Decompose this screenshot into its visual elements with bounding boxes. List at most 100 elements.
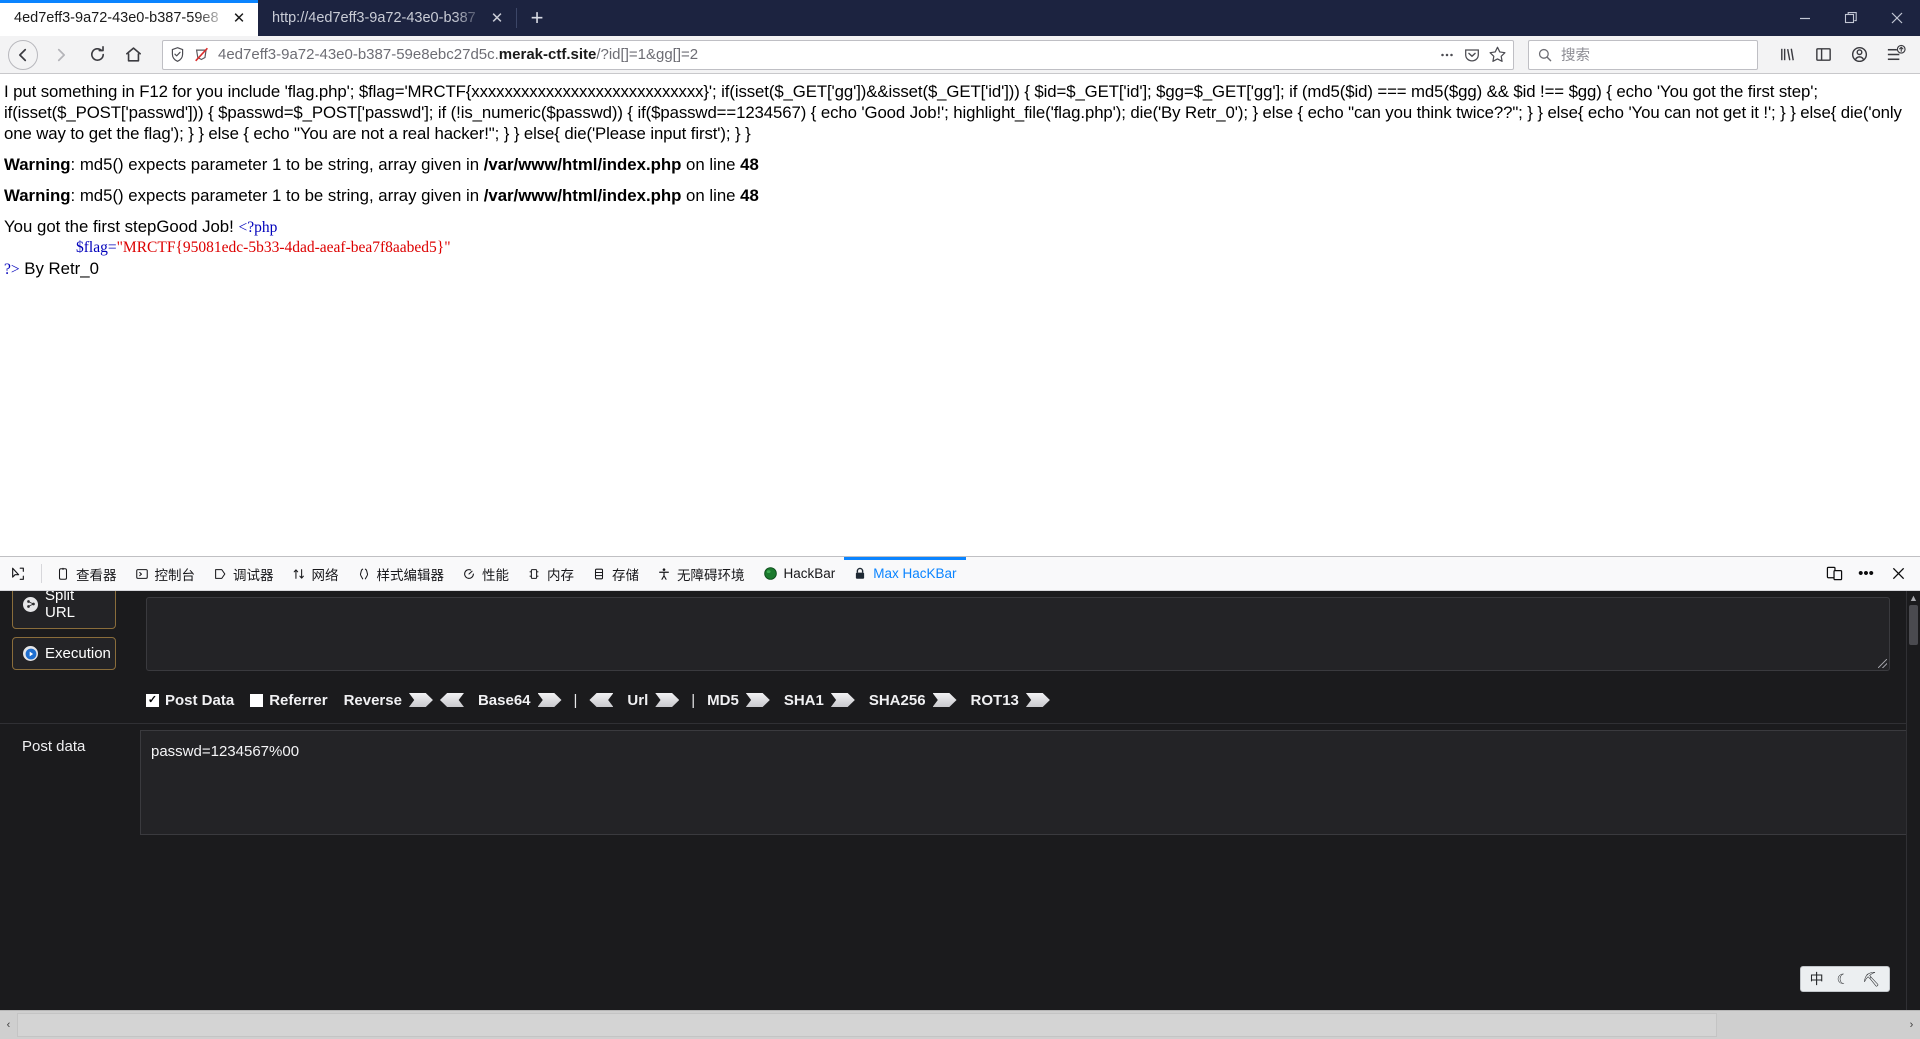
responsive-design-mode-icon[interactable] [1820,561,1848,587]
split-url-button[interactable]: Split URL [12,591,116,629]
ime-punctuation-button[interactable]: ☾ [1832,971,1855,988]
tracking-protection-off-icon[interactable] [193,46,211,64]
post-data-field-label: Post data [22,738,86,755]
tab-memory[interactable]: 内存 [518,557,583,590]
php-source-dump: I put something in F12 for you include '… [4,82,1902,143]
scroll-thumb[interactable] [1909,605,1918,645]
pocket-icon[interactable] [1463,46,1481,64]
post-data-checkbox-label[interactable]: ✓ Post Data [146,692,234,709]
page-actions-icon[interactable] [1438,46,1456,64]
warning-label: Warning [4,186,71,205]
close-button[interactable] [1874,0,1920,36]
warning-file: /var/www/html/index.php [483,186,682,205]
tab-title: 4ed7eff3-9a72-43e0-b387-59e8 [14,10,219,26]
php-flag-variable: $flag= [76,239,117,256]
hackbar-icon [763,566,778,581]
encoder-label: ROT13 [970,691,1019,709]
star-icon[interactable] [1488,45,1507,64]
home-button[interactable] [116,39,150,71]
scrollbar-thumb[interactable] [17,1013,1717,1037]
tab-accessibility[interactable]: 无障碍环境 [648,557,754,590]
tab-performance[interactable]: 性能 [453,557,518,590]
php-close-tag: ?> [4,261,20,278]
php-quote-close: " [444,239,451,256]
tab-console[interactable]: 控制台 [126,557,205,590]
tab-style-editor[interactable]: 样式编辑器 [348,557,454,590]
tab-label: 样式编辑器 [376,567,445,583]
devtools-meatball-menu[interactable]: ••• [1852,561,1880,587]
devtools-close-icon[interactable] [1884,561,1912,587]
tab-label: 调试器 [233,567,274,583]
encode-arrow-right[interactable] [932,693,957,707]
shield-icon[interactable] [169,46,186,63]
ime-toolbox-button[interactable]: ⛏ [1857,971,1885,988]
page-content: I put something in F12 for you include '… [0,75,1920,556]
new-tab-button[interactable]: + [517,0,557,36]
encoder-sha256: SHA256 [869,692,957,709]
encoder-label: Reverse [343,691,402,709]
browser-tab-2[interactable]: http://4ed7eff3-9a72-43e0-b387 ✕ [258,0,516,36]
encode-arrow-right[interactable] [408,693,433,707]
byline-text: By Retr_0 [19,259,99,278]
maximize-restore-button[interactable] [1828,0,1874,36]
element-picker-icon[interactable] [4,557,36,590]
tab-debugger[interactable]: 调试器 [204,557,283,590]
tab-label: 查看器 [76,567,117,583]
referrer-checkbox[interactable] [250,693,264,707]
devtools-right-controls: ••• [1820,557,1920,590]
execution-button[interactable]: Execution [12,637,116,670]
hackbar-encoding-row: ✓ Post Data Referrer Reverse Base64 | Ur… [0,677,1920,723]
close-icon[interactable]: ✕ [228,7,250,29]
referrer-label: Referrer [269,691,328,709]
scroll-up-arrow[interactable]: ▲ [1907,591,1920,605]
browser-tab-1[interactable]: 4ed7eff3-9a72-43e0-b387-59e8 ✕ [0,0,258,36]
encoder-label: Url [627,691,649,709]
search-bar[interactable]: 搜索 [1528,39,1758,70]
tab-hackbar[interactable]: HackBar [754,557,845,590]
warning-text: : md5() expects parameter 1 to be string… [70,155,484,174]
reload-button[interactable] [80,39,114,71]
max-hackbar-lock-icon [853,566,867,581]
decode-arrow-left[interactable] [589,693,614,707]
ime-mode-button[interactable]: 中 [1805,969,1829,989]
toolbar-separator [41,564,42,583]
forward-button[interactable] [44,39,78,71]
tab-network[interactable]: 网络 [283,557,348,590]
encode-arrow-right[interactable] [1025,693,1050,707]
referrer-checkbox-label[interactable]: Referrer [250,691,328,709]
horizontal-scrollbar[interactable]: ‹ › [0,1010,1920,1039]
sidebar-icon[interactable] [1806,39,1840,71]
tab-label: 网络 [311,567,339,583]
scroll-right-arrow[interactable]: › [1903,1011,1920,1039]
search-input-placeholder[interactable]: 搜索 [1561,44,1590,65]
encoder-base64: Base64 [478,692,562,709]
inspector-icon [56,567,70,581]
back-button[interactable] [8,39,38,70]
tab-inspector[interactable]: 查看器 [47,557,126,590]
account-icon[interactable] [1842,39,1876,71]
library-icon[interactable] [1770,39,1804,71]
encoder-label: SHA256 [868,691,926,709]
flag-line: $flag= "MRCTF{95081edc-5b33-4dad-aeaf-bea… [4,238,1916,258]
php-warning-2: Warning: md5() expects parameter 1 to be… [4,185,1916,206]
encode-arrow-right[interactable] [537,693,562,707]
encode-arrow-right[interactable] [745,693,770,707]
encoder-pipe: | [573,691,578,709]
hackbar-url-textarea[interactable] [146,597,1890,671]
success-message: You got the first stepGood Job! [4,217,234,236]
encode-arrow-right[interactable] [655,693,680,707]
hamburger-menu-icon[interactable] [1878,39,1912,71]
hackbar-vertical-scrollbar[interactable]: ▲ [1906,591,1920,1010]
post-data-checkbox[interactable]: ✓ [146,693,159,707]
minimize-button[interactable] [1782,0,1828,36]
tab-max-hackbar[interactable]: Max HacKBar [844,557,966,590]
scroll-left-arrow[interactable]: ‹ [0,1011,17,1039]
decode-arrow-left[interactable] [439,693,464,707]
close-icon[interactable]: ✕ [486,7,508,29]
address-bar[interactable]: 4ed7eff3-9a72-43e0-b387-59e8ebc27d5c.mer… [162,39,1514,70]
tab-storage[interactable]: 存储 [583,557,648,590]
scrollbar-track[interactable] [17,1011,1903,1039]
devtools-panel: 查看器 控制台 调试器 网络 样式编辑器 性能 内存 存储 无障碍环境 Hack… [0,556,1920,1010]
encode-arrow-right[interactable] [830,693,855,707]
post-data-input[interactable]: passwd=1234567%00 [140,730,1920,835]
